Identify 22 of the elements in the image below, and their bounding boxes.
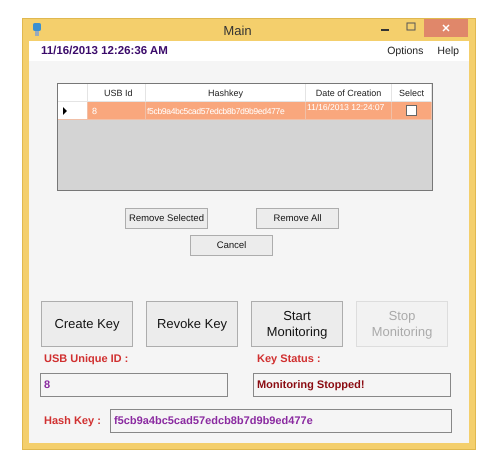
field-label: USB Unique ID : bbox=[44, 353, 130, 367]
row-header[interactable] bbox=[58, 102, 88, 120]
usb-id-field[interactable]: 8 bbox=[40, 373, 228, 397]
table-cell: 11/16/2013 12:24:07 bbox=[307, 102, 384, 112]
table-cell: 8 bbox=[92, 106, 98, 116]
key-status-field[interactable]: Monitoring Stopped! bbox=[253, 373, 451, 397]
remove-all-button[interactable]: Remove All bbox=[256, 208, 339, 229]
hash-key-field[interactable]: f5cb9a4bc5cad57edcb8b7d9b9ed477e bbox=[110, 409, 452, 433]
window-title: Main bbox=[222, 22, 253, 38]
date-time-label: 11/16/2013 12:26:36 AM bbox=[41, 45, 168, 57]
usb-key-icon bbox=[31, 23, 43, 37]
menu-item[interactable]: Options bbox=[387, 45, 424, 57]
menu-item[interactable]: Help bbox=[437, 45, 459, 57]
remove-selected-button[interactable]: Remove Selected bbox=[125, 208, 208, 229]
field-label: Key Status : bbox=[257, 353, 322, 367]
cancel-button[interactable]: Cancel bbox=[190, 235, 273, 256]
action-button[interactable]: Start Monitoring bbox=[251, 301, 343, 347]
field-label: Hash Key : bbox=[44, 415, 102, 427]
table-cell: f5cb9a4bc5cad57edcb8b7d9b9ed477e bbox=[147, 106, 284, 116]
action-button[interactable]: Create Key bbox=[41, 301, 133, 347]
action-button[interactable]: Revoke Key bbox=[146, 301, 238, 347]
checkbox[interactable] bbox=[406, 105, 417, 116]
